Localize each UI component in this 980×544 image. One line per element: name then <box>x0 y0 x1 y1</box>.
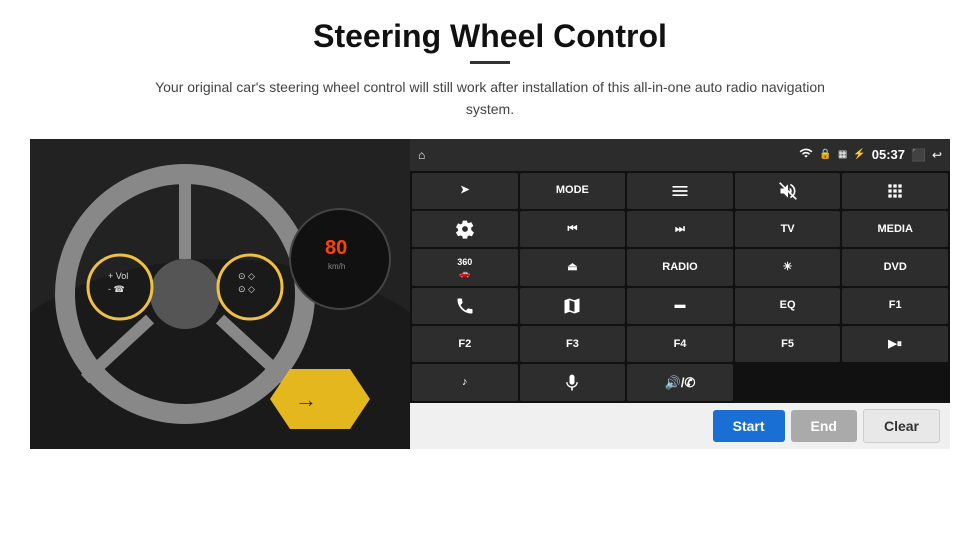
screen-fit-button[interactable]: ▬ <box>627 288 733 324</box>
f1-button[interactable]: F1 <box>842 288 948 324</box>
eq-button[interactable]: EQ <box>735 288 841 324</box>
brightness-button[interactable]: ☀ <box>735 249 841 285</box>
home-icon[interactable]: ⌂ <box>418 148 425 162</box>
media-button[interactable]: MEDIA <box>842 211 948 247</box>
svg-text:→: → <box>295 387 317 412</box>
time-display: 05:37 <box>872 147 905 162</box>
status-left: ⌂ <box>418 148 425 162</box>
map-button[interactable] <box>520 288 626 324</box>
start-button[interactable]: Start <box>713 410 785 442</box>
control-panel: ⌂ 🔒 ▦ ⚡ 05:37 ⬛ ↩ ➤ MODE <box>410 139 950 449</box>
title-divider <box>470 61 510 64</box>
clear-button[interactable]: Clear <box>863 409 940 443</box>
svg-text:- ☎: - ☎ <box>108 284 125 294</box>
eject-button[interactable]: ⏏ <box>520 249 626 285</box>
status-right: 🔒 ▦ ⚡ 05:37 ⬛ ↩ <box>799 146 942 163</box>
svg-text:⊙ ◇: ⊙ ◇ <box>238 271 255 281</box>
svg-text:km/h: km/h <box>328 262 345 271</box>
dvd-button[interactable]: DVD <box>842 249 948 285</box>
bottom-bar: Start End Clear <box>410 403 950 449</box>
menu-button[interactable] <box>627 173 733 209</box>
settings-button[interactable] <box>412 211 518 247</box>
apps-button[interactable] <box>842 173 948 209</box>
back-icon[interactable]: ↩ <box>932 148 942 162</box>
f4-button[interactable]: F4 <box>627 326 733 362</box>
page-subtitle: Your original car's steering wheel contr… <box>140 76 840 121</box>
f3-button[interactable]: F3 <box>520 326 626 362</box>
screen-icon[interactable]: ⬛ <box>911 148 926 162</box>
cam360-button[interactable]: 360🚗 <box>412 249 518 285</box>
svg-text:80: 80 <box>325 237 347 259</box>
mode-button[interactable]: MODE <box>520 173 626 209</box>
f2-button[interactable]: F2 <box>412 326 518 362</box>
end-button[interactable]: End <box>791 410 857 442</box>
status-bar: ⌂ 🔒 ▦ ⚡ 05:37 ⬛ ↩ <box>410 139 950 171</box>
prev-button[interactable]: ⏮ <box>520 211 626 247</box>
phone-button[interactable] <box>412 288 518 324</box>
button-grid: ➤ MODE ⏮ ⏭ TV MEDIA <box>410 171 950 403</box>
next-button[interactable]: ⏭ <box>627 211 733 247</box>
nav-button[interactable]: ➤ <box>412 173 518 209</box>
playpause-button[interactable]: ▶⏸ <box>842 326 948 362</box>
radio-button[interactable]: RADIO <box>627 249 733 285</box>
tv-button[interactable]: TV <box>735 211 841 247</box>
svg-text:+ Vol: + Vol <box>108 271 128 281</box>
bt-icon: ⚡ <box>853 149 865 160</box>
svg-text:⊙ ◇: ⊙ ◇ <box>238 284 255 294</box>
page-title: Steering Wheel Control <box>313 18 667 55</box>
wifi-icon <box>799 146 813 163</box>
vol-phone-button[interactable]: 🔊/✆ <box>627 364 733 400</box>
mute-button[interactable] <box>735 173 841 209</box>
music-button[interactable]: ♪ <box>412 364 518 400</box>
page-container: Steering Wheel Control Your original car… <box>0 0 980 544</box>
content-row: + Vol - ☎ ⊙ ◇ ⊙ ◇ 80 km/h → ⌂ <box>30 139 950 449</box>
f5-button[interactable]: F5 <box>735 326 841 362</box>
lock-icon: 🔒 <box>819 149 831 160</box>
empty-btn-2 <box>842 364 948 400</box>
empty-btn-1 <box>735 364 841 400</box>
mic-button[interactable] <box>520 364 626 400</box>
steering-wheel-image: + Vol - ☎ ⊙ ◇ ⊙ ◇ 80 km/h → <box>30 139 410 449</box>
sim-icon: ▦ <box>838 149 847 160</box>
